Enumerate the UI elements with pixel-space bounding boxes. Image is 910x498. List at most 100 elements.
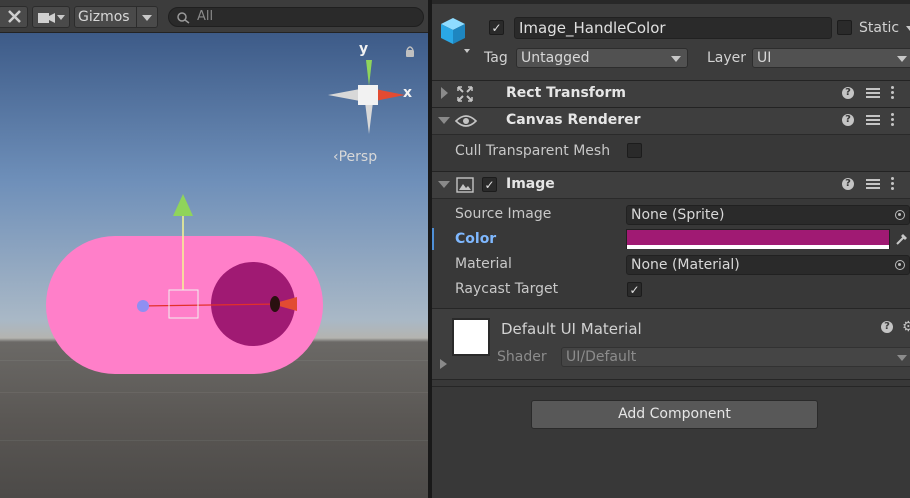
gameobject-cube-icon[interactable] xyxy=(440,16,474,56)
ground-gridline xyxy=(0,392,428,393)
chevron-down-icon xyxy=(897,355,907,361)
object-name-field[interactable]: Image_HandleColor xyxy=(514,17,832,39)
material-thumbnail[interactable] xyxy=(452,318,490,356)
image-title: Image xyxy=(506,176,555,192)
raycast-target-label: Raycast Target xyxy=(455,281,559,297)
gizmos-button[interactable]: Gizmos xyxy=(74,6,158,28)
lock-icon[interactable] xyxy=(406,50,414,57)
presets-icon[interactable] xyxy=(866,177,880,191)
shader-label: Shader xyxy=(497,349,547,365)
static-label: Static xyxy=(859,20,900,36)
layer-label: Layer xyxy=(707,50,747,66)
add-component-button[interactable]: Add Component xyxy=(531,400,818,429)
layer-value: UI xyxy=(757,50,772,66)
gizmos-dropdown-toggle[interactable] xyxy=(136,7,157,27)
camera-icon xyxy=(38,13,55,23)
help-icon[interactable]: ? xyxy=(842,178,854,190)
cull-transparent-mesh-checkbox[interactable] xyxy=(627,143,642,158)
rect-transform-title: Rect Transform xyxy=(506,85,627,101)
canvas-renderer-header[interactable]: Canvas Renderer ? xyxy=(432,107,910,135)
static-checkbox[interactable] xyxy=(837,20,852,35)
object-name: Image_HandleColor xyxy=(519,19,666,37)
gear-icon[interactable]: ⚙ xyxy=(902,319,910,335)
expand-arrow-icon[interactable] xyxy=(440,359,447,369)
active-checkbox[interactable]: ✓ xyxy=(489,20,504,35)
help-icon[interactable]: ? xyxy=(842,114,854,126)
component-header-icons: ? xyxy=(834,86,904,102)
material-field[interactable]: None (Material) xyxy=(626,255,910,275)
modified-indicator xyxy=(432,228,434,250)
presets-icon[interactable] xyxy=(866,113,880,127)
chevron-down-icon xyxy=(671,56,681,62)
kebab-menu-icon[interactable] xyxy=(891,86,895,100)
rect-transform-header[interactable]: Rect Transform ? xyxy=(432,80,910,108)
source-image-label: Source Image xyxy=(455,206,552,222)
add-component-label: Add Component xyxy=(618,406,731,422)
scene-view[interactable]: Gizmos All y x ‹Persp xyxy=(0,0,428,498)
crossed-tools-icon xyxy=(8,10,21,23)
source-image-value: None (Sprite) xyxy=(631,207,725,223)
scene-search-input[interactable]: All xyxy=(168,7,424,27)
chevron-down-icon[interactable] xyxy=(906,26,910,31)
search-icon xyxy=(177,12,190,24)
pivot-icon xyxy=(137,300,149,312)
inspector-panel: ✓ Image_HandleColor Static Tag Untagged … xyxy=(432,0,910,498)
source-image-field[interactable]: None (Sprite) xyxy=(626,205,910,225)
collapse-arrow-icon[interactable] xyxy=(438,117,450,124)
handle-graphic[interactable] xyxy=(40,190,340,380)
center-cube[interactable] xyxy=(358,85,378,105)
lock-icon-shackle xyxy=(406,46,414,51)
separator xyxy=(432,386,910,387)
eyedropper-icon[interactable] xyxy=(894,231,910,247)
expand-arrow-icon[interactable] xyxy=(441,87,448,99)
scene-toolbar: Gizmos All xyxy=(0,0,428,33)
object-picker-icon[interactable] xyxy=(895,210,905,220)
help-icon[interactable]: ? xyxy=(881,321,893,333)
help-icon[interactable]: ? xyxy=(842,87,854,99)
object-header: ✓ Image_HandleColor Static Tag Untagged … xyxy=(432,4,910,81)
component-header-icons: ? xyxy=(834,113,904,129)
material-label: Material xyxy=(455,256,512,272)
alpha-bar xyxy=(627,245,889,249)
eye-icon xyxy=(454,115,478,127)
x-axis-cone[interactable] xyxy=(375,89,405,101)
raycast-target-checkbox[interactable]: ✓ xyxy=(627,282,642,297)
color-swatch xyxy=(627,230,889,245)
chevron-down-icon xyxy=(57,15,65,20)
image-enabled-checkbox[interactable]: ✓ xyxy=(482,177,497,192)
tag-label: Tag xyxy=(484,50,508,66)
image-icon xyxy=(456,177,474,193)
collapse-arrow-icon[interactable] xyxy=(438,181,450,188)
presets-icon[interactable] xyxy=(866,86,880,100)
tools-dropdown-button[interactable] xyxy=(0,6,28,28)
persp-label[interactable]: ‹Persp xyxy=(333,149,377,165)
axis-x-label: x xyxy=(403,85,413,101)
gizmos-label: Gizmos xyxy=(78,9,130,25)
move-y-arrow-icon[interactable] xyxy=(173,194,193,216)
ground-gridline xyxy=(0,440,428,441)
y-axis-cone[interactable] xyxy=(366,60,372,86)
object-picker-icon[interactable] xyxy=(895,260,905,270)
tag-value: Untagged xyxy=(521,50,590,66)
canvas-renderer-title: Canvas Renderer xyxy=(506,112,641,128)
rect-transform-icon xyxy=(457,86,473,102)
material-preview-section: Default UI Material ? ⚙ Shader UI/Defaul… xyxy=(432,308,910,380)
material-value: None (Material) xyxy=(631,257,740,273)
component-header-icons: ? xyxy=(834,177,904,193)
tag-dropdown[interactable]: Untagged xyxy=(516,48,688,68)
kebab-menu-icon[interactable] xyxy=(891,177,895,191)
neg-x-axis-cone[interactable] xyxy=(328,89,360,101)
chevron-down-icon xyxy=(897,56,907,62)
shader-value: UI/Default xyxy=(566,349,637,365)
layer-dropdown[interactable]: UI xyxy=(752,48,910,68)
kebab-menu-icon[interactable] xyxy=(891,113,895,127)
knob-center-marker xyxy=(270,296,280,312)
color-label: Color xyxy=(455,231,497,247)
cull-transparent-mesh-label: Cull Transparent Mesh xyxy=(455,143,611,159)
search-placeholder: All xyxy=(197,9,214,24)
axis-y-label: y xyxy=(359,41,369,57)
image-component-header[interactable]: ✓ Image ? xyxy=(432,171,910,199)
color-swatch-field[interactable] xyxy=(626,229,890,249)
shader-dropdown[interactable]: UI/Default xyxy=(561,347,910,367)
camera-dropdown-button[interactable] xyxy=(32,6,70,28)
